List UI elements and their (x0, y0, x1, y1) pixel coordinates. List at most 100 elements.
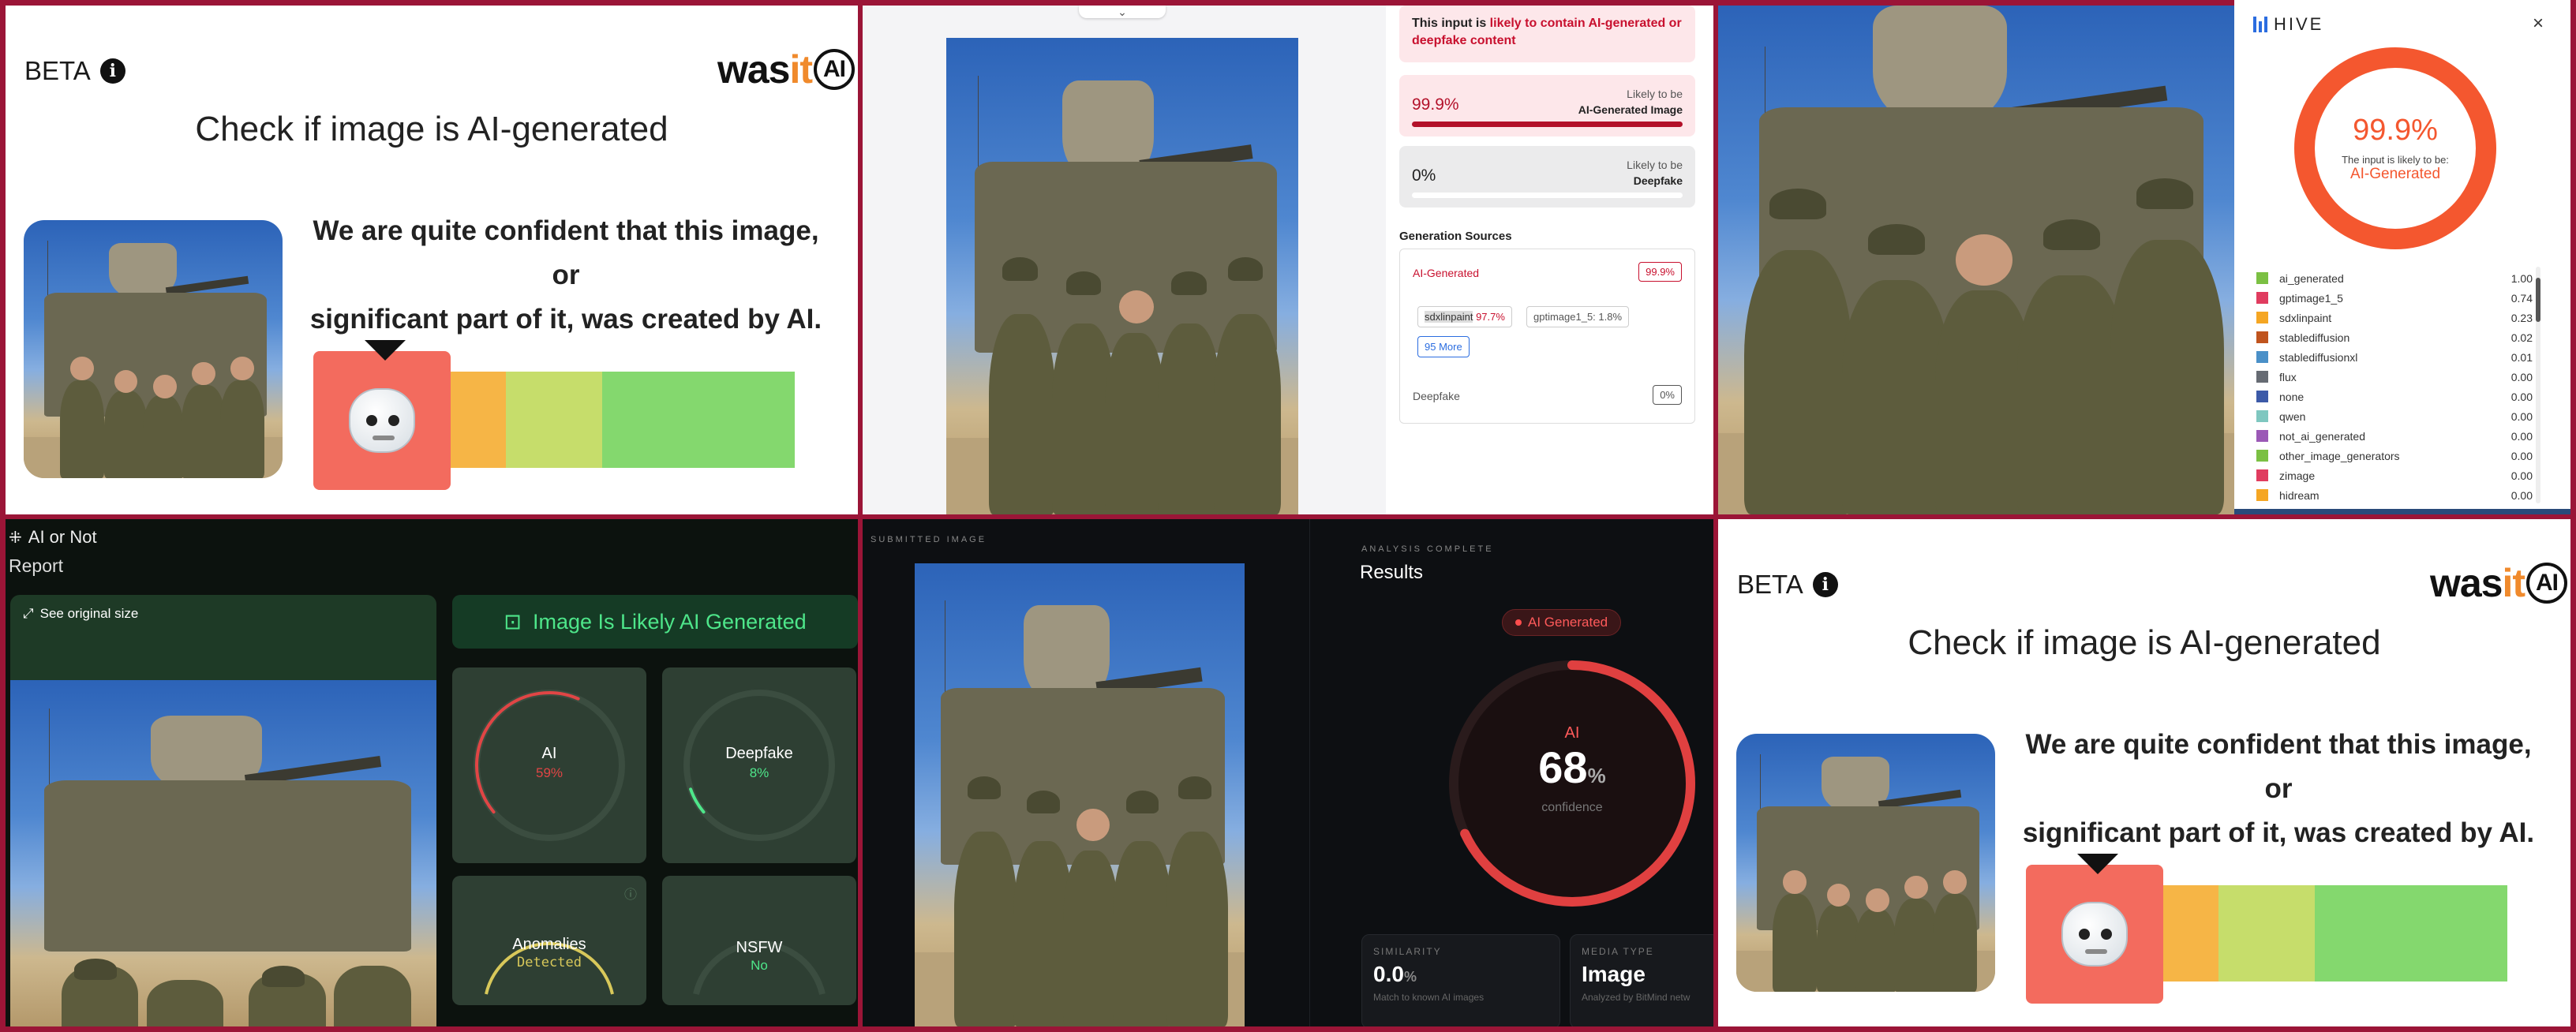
logo-it-2: it (2502, 561, 2525, 605)
media-type-card: MEDIA TYPE Image Analyzed by BitMind net… (1570, 934, 1713, 1026)
expand-icon: ⤢ (23, 606, 34, 621)
class-row-qwen: qwen 0.00 (2256, 406, 2533, 426)
meter-segment-4 (602, 372, 698, 468)
wasitai-logo-2[interactable]: was it AI (2430, 560, 2567, 606)
status-dot-icon (1515, 619, 1522, 626)
class-value: 1.00 (2510, 271, 2533, 285)
verdict-banner: ⊡ Image Is Likely AI Generated (452, 595, 858, 649)
class-swatch (2256, 391, 2268, 402)
result-ai-label: Likely to be AI-Generated Image (1578, 88, 1683, 116)
class-score-list: ai_generated 1.00 gptimage1_5 0.74 sdxlinpai… (2256, 268, 2533, 505)
score-value: 99.9% (2353, 114, 2438, 147)
meter-segment-5 (2411, 885, 2507, 982)
class-value: 0.00 (2510, 390, 2533, 403)
class-name: none (2279, 390, 2305, 403)
class-value: 0.23 (2510, 311, 2533, 324)
class-name: stablediffusion (2279, 331, 2350, 344)
similarity-card: SIMILARITY 0.0% Match to known AI images (1361, 934, 1560, 1026)
see-original-button[interactable]: ⤢ See original size (23, 606, 138, 622)
info-icon[interactable]: i (99, 58, 125, 84)
aiornot-brand-text: AI or Not (28, 527, 97, 547)
class-row-ai_generated: ai_generated 1.00 (2256, 268, 2533, 288)
class-value: 0.00 (2510, 429, 2533, 443)
class-swatch (2256, 272, 2268, 284)
result-ai-bar (1412, 122, 1683, 127)
class-row-stablediffusionxl: stablediffusionxl 0.01 (2256, 347, 2533, 367)
class-swatch (2256, 351, 2268, 363)
collapse-toggle[interactable]: ⌄ (1079, 6, 1166, 18)
class-swatch (2256, 489, 2268, 501)
analyzed-image-large (1718, 6, 2234, 514)
result-deepfake-label: Likely to be Deepfake (1627, 159, 1683, 187)
gauge-anomalies-value: Detected (517, 955, 582, 970)
class-name: gptimage1_5 (2279, 291, 2343, 305)
class-name: qwen (2279, 409, 2306, 423)
class-swatch (2256, 430, 2268, 442)
pill-label: AI Generated (1528, 615, 1608, 630)
class-swatch (2256, 371, 2268, 383)
source-deepfake-label: Deepfake (1413, 390, 1460, 402)
close-icon[interactable]: × (2533, 13, 2544, 35)
similarity-value: 0.0% (1373, 962, 1417, 986)
class-row-stablediffusion: stablediffusion 0.02 (2256, 327, 2533, 347)
class-value: 0.02 (2510, 331, 2533, 344)
gauge-nsfw-value: No (751, 958, 768, 973)
gauge-anomalies: ⓘ Anomalies Detected (452, 876, 646, 1005)
bitmind-panel: SUBMITTED IMAGE ANALYSIS COMPLETE Result… (863, 519, 1713, 1026)
source-row-ai: AI-Generated 99.9% (1413, 262, 1682, 282)
detector-results-panel: ⌄ This input is likely to contain AI-gen… (863, 6, 1713, 514)
source-chip-gptimage[interactable]: gptimage1_5: 1.8% (1526, 306, 1630, 327)
class-name: sdxlinpaint (2279, 311, 2332, 324)
more-sources-button[interactable]: 95 More (1417, 336, 1470, 357)
report-heading: Report (9, 555, 64, 576)
class-swatch (2256, 331, 2268, 343)
page-title: Check if image is AI-generated (195, 110, 668, 148)
help-icon[interactable]: ⓘ (624, 884, 637, 903)
gauge-ai: AI 59% (452, 667, 646, 863)
warning-prefix: This input is (1412, 17, 1490, 30)
result-ai-pct: 99.9% (1412, 95, 1459, 114)
result-card-deepfake: 0% Likely to be Deepfake (1399, 146, 1695, 208)
aiornot-brand[interactable]: ⁜ AI or Not (9, 527, 97, 548)
generation-sources-title: Generation Sources (1399, 230, 1512, 243)
meter-segment-3 (506, 372, 602, 468)
see-original-label: See original size (39, 606, 139, 621)
gauge-nsfw: NSFW No (662, 876, 856, 1005)
hive-logo: HIVE (2253, 14, 2323, 35)
logo-was: was (717, 47, 791, 92)
media-type-sub: Analyzed by BitMind netw (1582, 992, 1690, 1003)
uploaded-image-thumbnail-2[interactable] (1736, 734, 1995, 992)
class-swatch (2256, 410, 2268, 422)
class-name: stablediffusionxl (2279, 350, 2358, 364)
robot-indicator-2 (2026, 865, 2163, 1004)
page-title-2: Check if image is AI-generated (1908, 623, 2381, 662)
verdict-line-1: We are quite confident that this image, … (313, 215, 819, 290)
uploaded-image-thumbnail[interactable] (24, 220, 283, 478)
gauge-deepfake-title: Deepfake (725, 745, 793, 762)
scan-icon: ⊡ (504, 609, 522, 634)
class-row-hidream: hidream 0.00 (2256, 485, 2533, 505)
scrollbar-thumb[interactable] (2536, 278, 2540, 322)
meter-pointer-icon (2077, 854, 2118, 874)
hive-logo-icon (2253, 17, 2267, 32)
class-row-flux: flux 0.00 (2256, 367, 2533, 387)
verdict-text-2: We are quite confident that this image, … (2018, 723, 2539, 855)
verdict-line-2: significant part of it, was created by A… (2022, 817, 2535, 848)
logo-it: it (789, 47, 813, 92)
wasitai-logo[interactable]: was it AI (717, 47, 855, 92)
submitted-image (915, 563, 1245, 1026)
image-card: ⤢ See original size (10, 595, 436, 1026)
verdict-line-2: significant part of it, was created by A… (309, 304, 822, 335)
source-chip-sdxlinpaint[interactable]: sdxlinpaint 97.7% (1417, 306, 1512, 327)
warning-banner: This input is likely to contain AI-gener… (1399, 6, 1695, 62)
class-name: hidream (2279, 488, 2320, 502)
logo-ai-circle: AI (814, 49, 855, 90)
info-icon[interactable]: i (1812, 572, 1838, 597)
robot-icon (349, 388, 415, 453)
source-ai-label: AI-Generated (1413, 267, 1480, 279)
submitted-image-caption: SUBMITTED IMAGE (871, 535, 987, 544)
score-class: AI-Generated (2349, 166, 2441, 182)
gauge-ai-value: 59% (535, 765, 564, 780)
gauge-deepfake: Deepfake 8% (662, 667, 856, 863)
media-type-value: Image (1582, 962, 1646, 986)
